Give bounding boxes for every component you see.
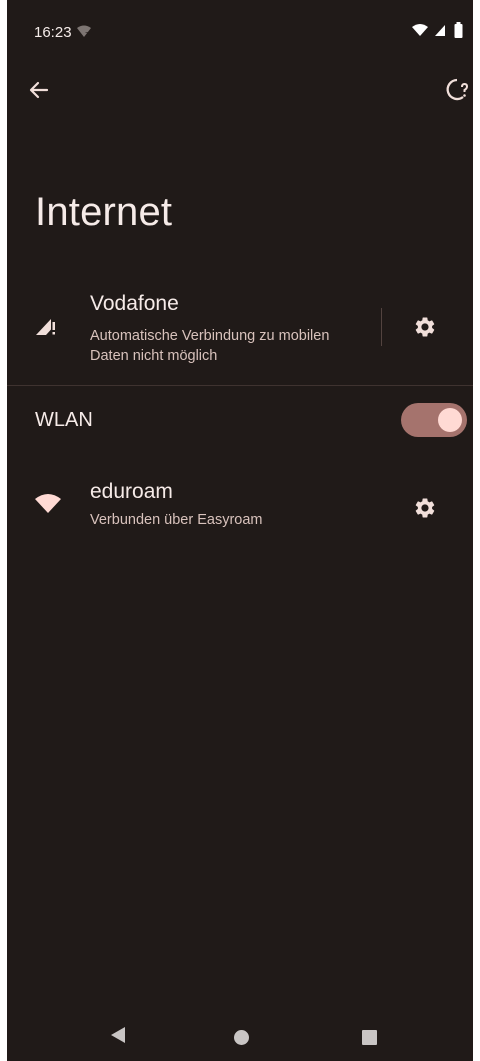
network-status: Verbunden über Easyroam [90, 512, 263, 528]
mobile-network-status: Automatische Verbindung zu mobilen Daten… [90, 328, 330, 364]
system-nav-bar [7, 1013, 473, 1061]
status-icons [412, 22, 463, 43]
signal-no-data-icon [434, 23, 448, 42]
wifi-question-icon: ? [76, 24, 92, 43]
nav-home-icon[interactable] [234, 1030, 249, 1045]
wifi-full-icon [34, 492, 62, 519]
nav-back-icon[interactable] [110, 1026, 126, 1049]
mobile-network-name: Vodafone [90, 292, 179, 315]
page-title: Internet [35, 190, 173, 234]
back-button[interactable] [25, 76, 53, 104]
help-feedback-button[interactable] [443, 76, 471, 104]
mobile-network-settings-button[interactable] [411, 313, 439, 341]
wlan-toggle[interactable] [401, 403, 467, 437]
nav-recents-icon[interactable] [362, 1030, 377, 1045]
signal-no-data-icon [35, 316, 57, 341]
network-row-eduroam[interactable]: eduroam Verbunden über Easyroam [7, 470, 473, 546]
wlan-label: WLAN [35, 409, 93, 431]
help-feedback-icon [446, 78, 469, 101]
settings-screen: 16:23 ? Internet Vodafone Automatische V… [7, 0, 473, 1061]
gear-icon [415, 317, 435, 337]
mobile-network-row[interactable]: Vodafone Automatische Verbindung zu mobi… [7, 282, 473, 382]
network-settings-button[interactable] [411, 494, 439, 522]
section-divider [7, 385, 473, 386]
arrow-back-icon [29, 81, 49, 99]
status-bar: 16:23 ? [7, 0, 473, 64]
network-name: eduroam [90, 480, 173, 503]
status-time: 16:23 [34, 24, 72, 41]
wlan-toggle-thumb [438, 408, 462, 432]
svg-text:?: ? [85, 31, 89, 38]
gear-icon [415, 498, 435, 518]
divider [381, 308, 382, 346]
battery-icon [454, 22, 463, 43]
wifi-full-icon [412, 23, 428, 42]
